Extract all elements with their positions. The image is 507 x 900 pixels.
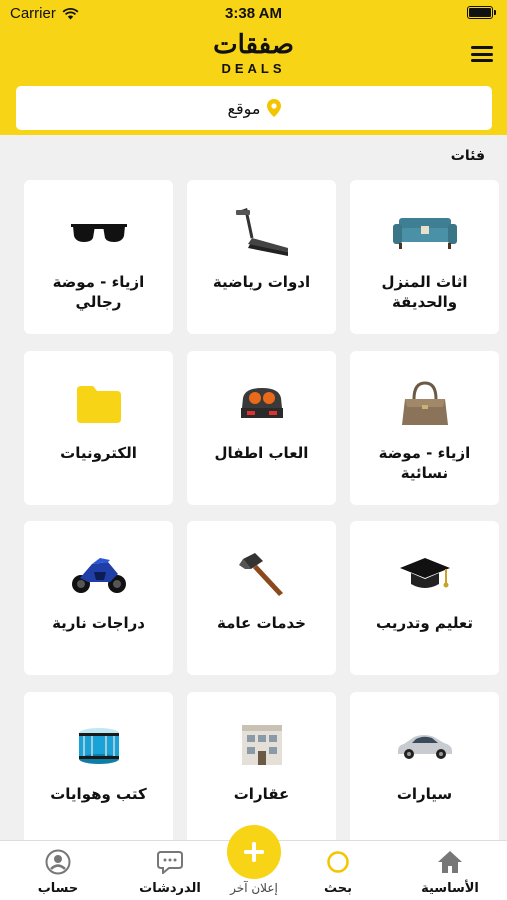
category-card-education[interactable]: تعليم وتدريب <box>350 521 499 675</box>
category-card-services[interactable]: خدمات عامة <box>187 521 336 675</box>
category-label: كتب وهوايات <box>50 785 147 803</box>
car-icon <box>397 735 452 759</box>
add-listing-label: إعلان آخر <box>230 881 278 895</box>
add-listing-button[interactable] <box>227 825 281 879</box>
tab-home-label: الأساسية <box>421 881 479 896</box>
toy-icon <box>240 388 283 418</box>
tab-search[interactable]: بحث <box>288 841 388 900</box>
category-card-motorcycles[interactable]: دراجات نارية <box>24 521 173 675</box>
category-label: العاب اطفال <box>214 444 309 462</box>
account-icon <box>45 849 71 875</box>
sunglasses-icon <box>70 224 127 242</box>
tab-chats[interactable]: الدردشات <box>120 841 220 900</box>
category-card-kids-toys[interactable]: العاب اطفال <box>187 351 336 505</box>
tab-home[interactable]: الأساسية <box>400 841 500 900</box>
treadmill-icon <box>235 208 288 256</box>
motorcycle-icon <box>71 558 126 593</box>
search-icon <box>327 851 349 873</box>
category-card-sports[interactable]: ادوات رياضية <box>187 180 336 334</box>
category-label: الكترونيات <box>60 444 137 462</box>
categories-grid: اثاث المنزل والحديقة ادوات رياضية ازياء … <box>0 0 507 846</box>
graduation-cap-icon <box>399 558 450 588</box>
category-label: سيارات <box>396 785 453 803</box>
drum-icon <box>78 728 119 764</box>
category-label: اثاث المنزل والحديقة <box>381 273 468 311</box>
category-label: ازياء - موضة نسائية <box>378 444 471 482</box>
category-label: ادوات رياضية <box>212 273 311 291</box>
plus-icon <box>244 842 264 862</box>
category-card-furniture[interactable]: اثاث المنزل والحديقة <box>350 180 499 334</box>
category-label: خدمات عامة <box>217 614 306 632</box>
tab-account[interactable]: حساب <box>8 841 108 900</box>
category-label: تعليم وتدريب <box>375 614 474 632</box>
category-card-women-fashion[interactable]: ازياء - موضة نسائية <box>350 351 499 505</box>
tab-account-label: حساب <box>37 881 79 896</box>
category-card-books-hobbies[interactable]: كتب وهوايات <box>24 692 173 846</box>
category-card-electronics[interactable]: الكترونيات <box>24 351 173 505</box>
category-card-men-fashion[interactable]: ازياء - موضة رجالي <box>24 180 173 334</box>
category-card-cars[interactable]: سيارات <box>350 692 499 846</box>
building-icon <box>241 725 282 765</box>
sofa-icon <box>392 218 457 249</box>
hammer-icon <box>238 553 283 596</box>
category-label: دراجات نارية <box>52 614 145 632</box>
folder-icon <box>76 386 121 423</box>
category-label: ازياء - موضة رجالي <box>52 273 145 311</box>
handbag-icon <box>401 381 448 425</box>
category-card-real-estate[interactable]: عقارات <box>187 692 336 846</box>
tab-search-label: بحث <box>323 881 352 896</box>
home-icon <box>438 851 462 873</box>
category-label: عقارات <box>233 785 290 803</box>
tab-chats-label: الدردشات <box>139 881 201 896</box>
chat-icon <box>157 851 183 874</box>
